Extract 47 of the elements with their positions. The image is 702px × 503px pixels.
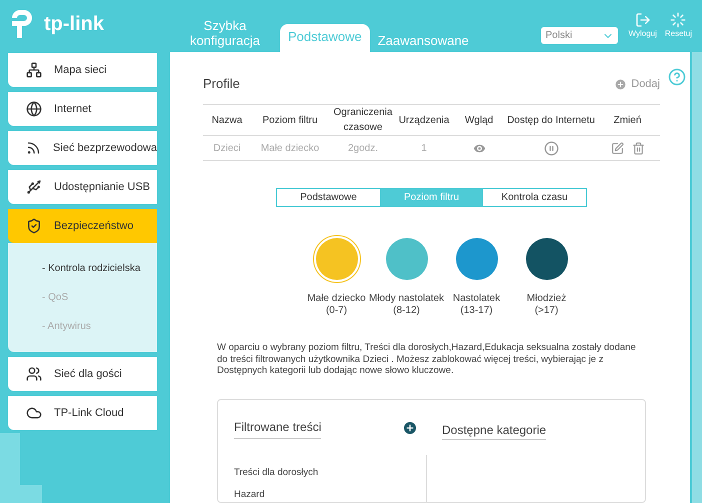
table-cell-text: Małe dziecko — [260, 142, 320, 156]
table-cell-text: Dzieci — [212, 142, 242, 156]
brand-name: tp-link — [44, 12, 104, 37]
column-header: Urządzenia — [398, 114, 450, 128]
table-cell-text: 1 — [420, 142, 428, 156]
sidebar-item[interactable]: Bezpieczeństwo — [8, 209, 157, 243]
sidebar-item[interactable]: Mapa sieci — [8, 53, 157, 87]
filter-level-option[interactable]: Małe dziecko (0-7) — [302, 235, 370, 317]
reset-icon — [670, 12, 686, 28]
filter-level-option[interactable]: Młodzież (>17) — [512, 235, 580, 317]
column-header: Poziom filtru — [261, 114, 318, 128]
column-header: Nazwa — [210, 114, 244, 128]
card-title: Filtrowane treści — [234, 418, 322, 438]
scrollbar[interactable] — [692, 52, 702, 503]
filter-level-option[interactable]: Nastolatek (13-17) — [442, 235, 510, 317]
decoration-drawing — [0, 433, 42, 503]
card-title: Dostępne kategorie — [442, 422, 546, 440]
sidebar-item[interactable]: Udostępnianie USB — [8, 170, 157, 204]
column-header: Wgląd — [464, 114, 494, 128]
category-item[interactable]: Hazard — [234, 488, 426, 502]
sidebar-item[interactable]: Sieć dla gości — [8, 357, 157, 391]
category-item[interactable]: Treści dla dorosłych — [234, 466, 426, 480]
shield-icon — [26, 218, 42, 234]
column-header: Zmień — [612, 114, 642, 128]
usb-icon — [26, 179, 42, 195]
submenu-item[interactable]: - Kontrola rodzicielska — [42, 261, 157, 276]
wireless-icon — [26, 140, 42, 156]
sidebar-item[interactable]: Sieć bezprzewodowa — [8, 131, 157, 165]
users-icon — [26, 366, 42, 382]
logout-icon — [634, 12, 651, 28]
delete-icon[interactable] — [632, 142, 644, 154]
plus-icon — [614, 78, 628, 90]
description-text: W oparciu o wybrany poziom filtru, Treści dla dorosłych,Hazard,Edukacja seksualna zostały dodane do treści filtrowanych użytkownika Dzieci . Możesz zablokować więcej treści, wybierając je z Dostępnych kategorii lub dodając nowe słowo kluczowe. — [216, 342, 637, 376]
column-header: Dostęp do Internetu — [507, 114, 595, 128]
column-header: Ograniczenia czasowe — [332, 106, 394, 135]
cloud-icon — [26, 405, 42, 421]
table-cell-text: 2godz. — [346, 142, 380, 156]
pause-icon[interactable] — [544, 140, 558, 156]
help-button[interactable] — [668, 68, 686, 86]
edit-icon[interactable] — [610, 142, 624, 154]
network-icon — [26, 62, 42, 78]
language-select[interactable]: Polski — [541, 27, 618, 44]
globe-icon — [26, 101, 42, 117]
sidebar-item[interactable]: TP-Link Cloud — [8, 396, 157, 430]
section-title: Profile — [203, 75, 240, 94]
add-icon[interactable] — [402, 420, 418, 436]
sidebar-item[interactable]: Internet — [8, 92, 157, 126]
